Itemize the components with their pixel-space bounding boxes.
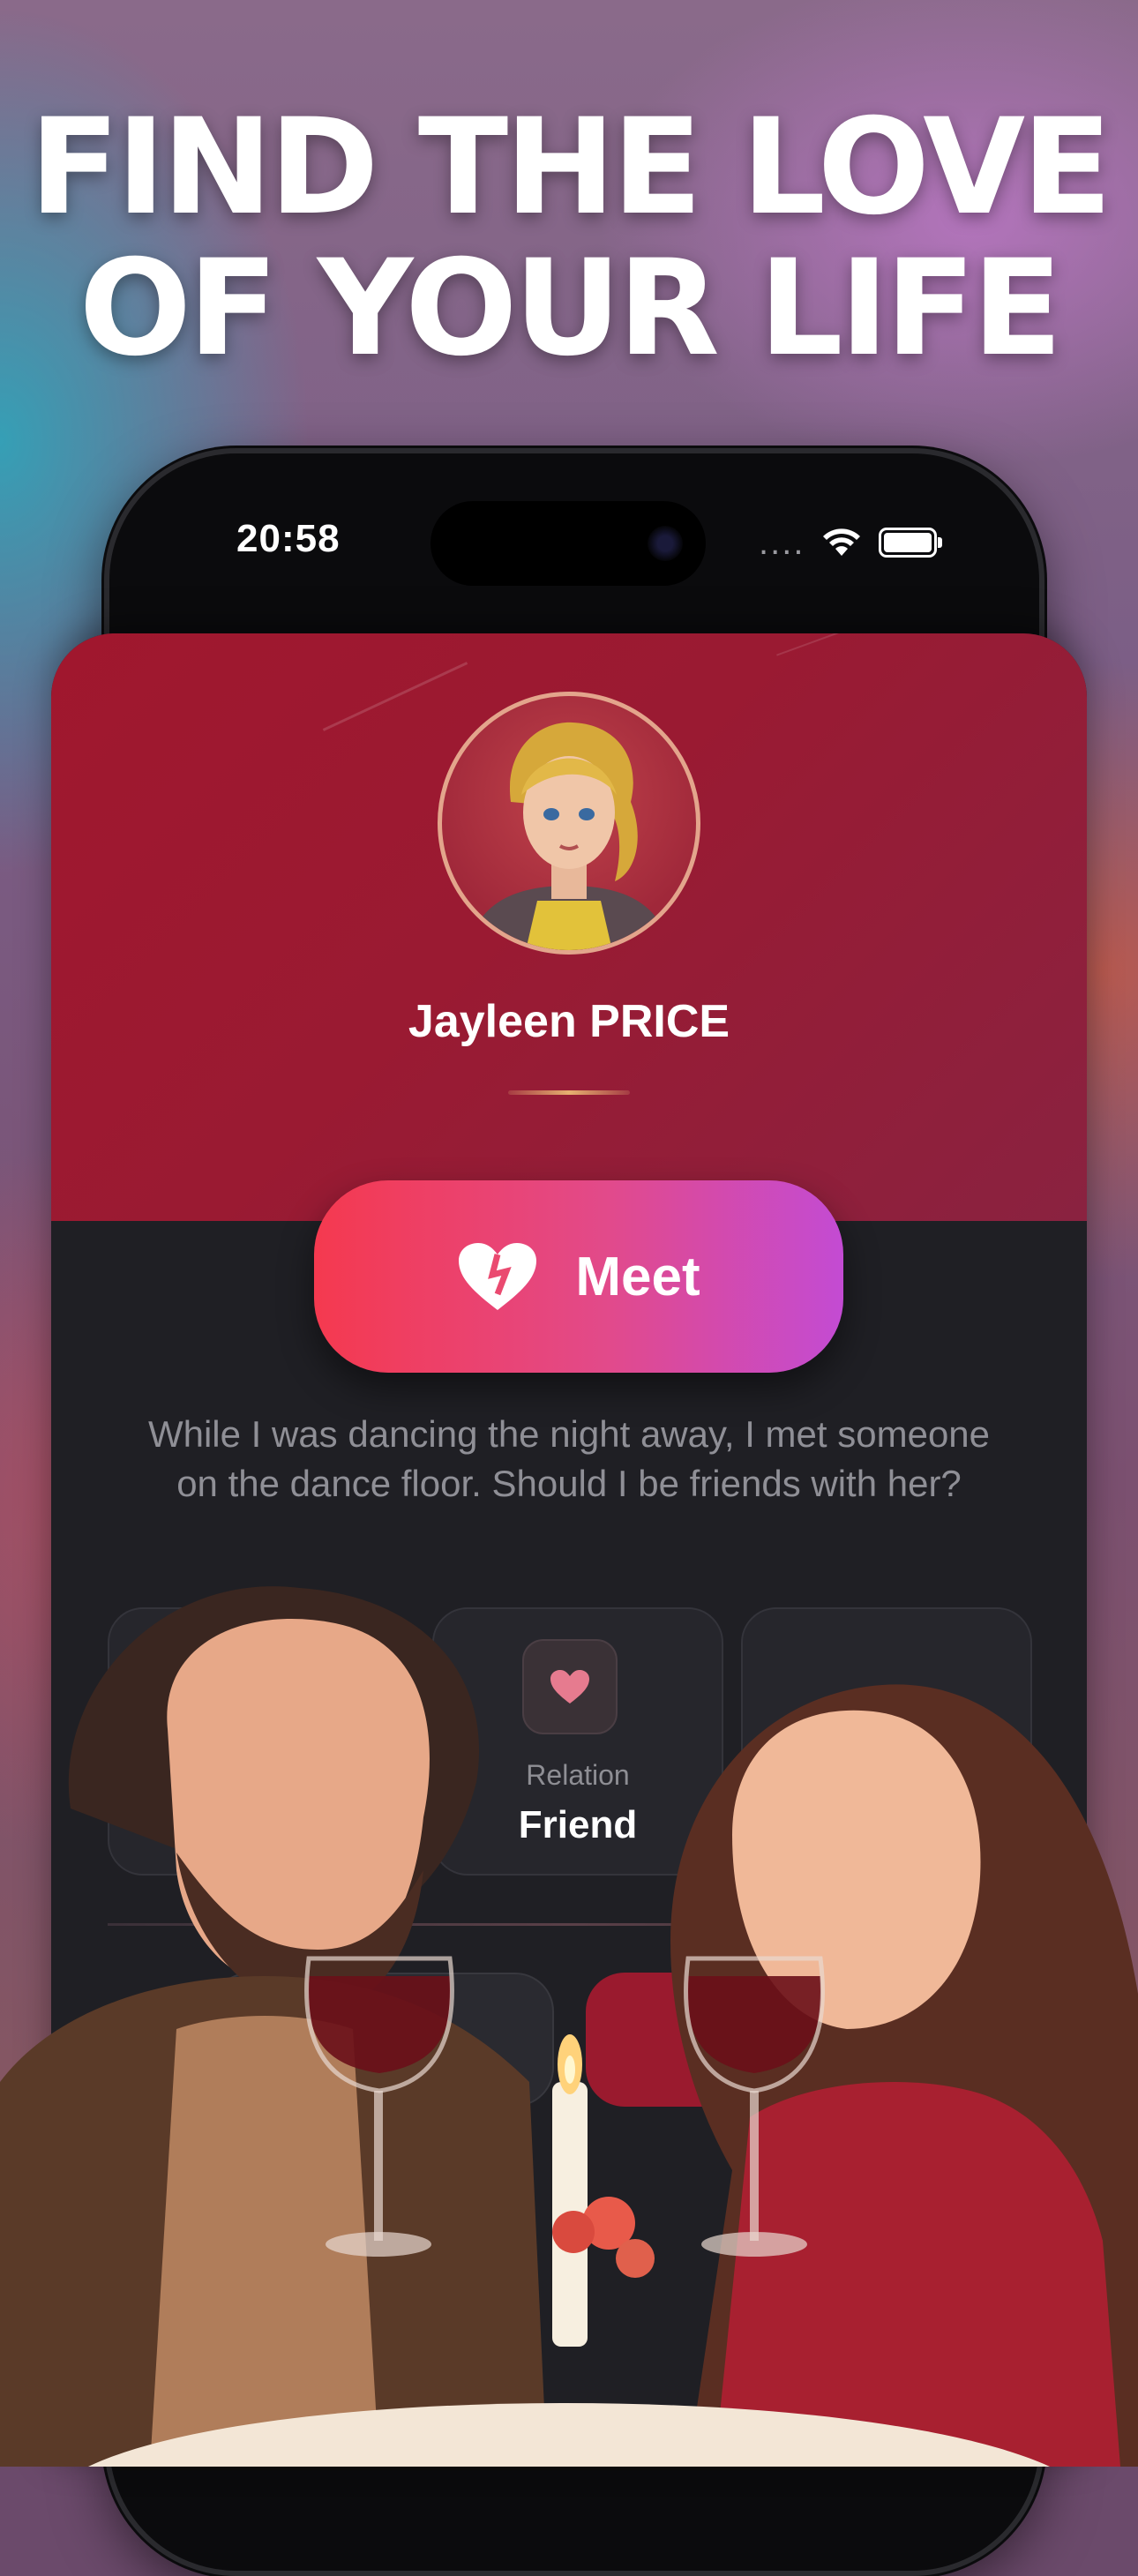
- battery-icon: [879, 528, 943, 558]
- headline-line-2: OF YOUR LIFE: [79, 232, 1063, 386]
- card-header: Jayleen PRICE: [51, 633, 1087, 1221]
- decorative-streak: [776, 633, 843, 656]
- dynamic-island: [430, 501, 706, 586]
- decorative-streak: [322, 662, 468, 731]
- wifi-icon: [823, 528, 861, 556]
- avatar-image: [468, 722, 670, 950]
- meet-button-label: Meet: [575, 1246, 700, 1307]
- couple-dinner-illustration: [0, 1586, 1138, 2467]
- camera-icon: [648, 526, 683, 561]
- status-time: 20:58: [236, 517, 341, 560]
- name-underline: [508, 1090, 630, 1095]
- profile-name: Jayleen PRICE: [408, 996, 730, 1047]
- heart-icon: [459, 1243, 537, 1310]
- meet-button[interactable]: Meet: [314, 1180, 843, 1373]
- headline: FIND THE LOVE OF YOUR LIFE: [0, 97, 1138, 379]
- story-text: While I was dancing the night away, I me…: [147, 1413, 991, 1504]
- avatar[interactable]: [438, 692, 700, 955]
- signal-dots: ....: [759, 523, 805, 562]
- headline-line-1: FIND THE LOVE: [29, 91, 1112, 244]
- status-icons: ....: [759, 520, 943, 565]
